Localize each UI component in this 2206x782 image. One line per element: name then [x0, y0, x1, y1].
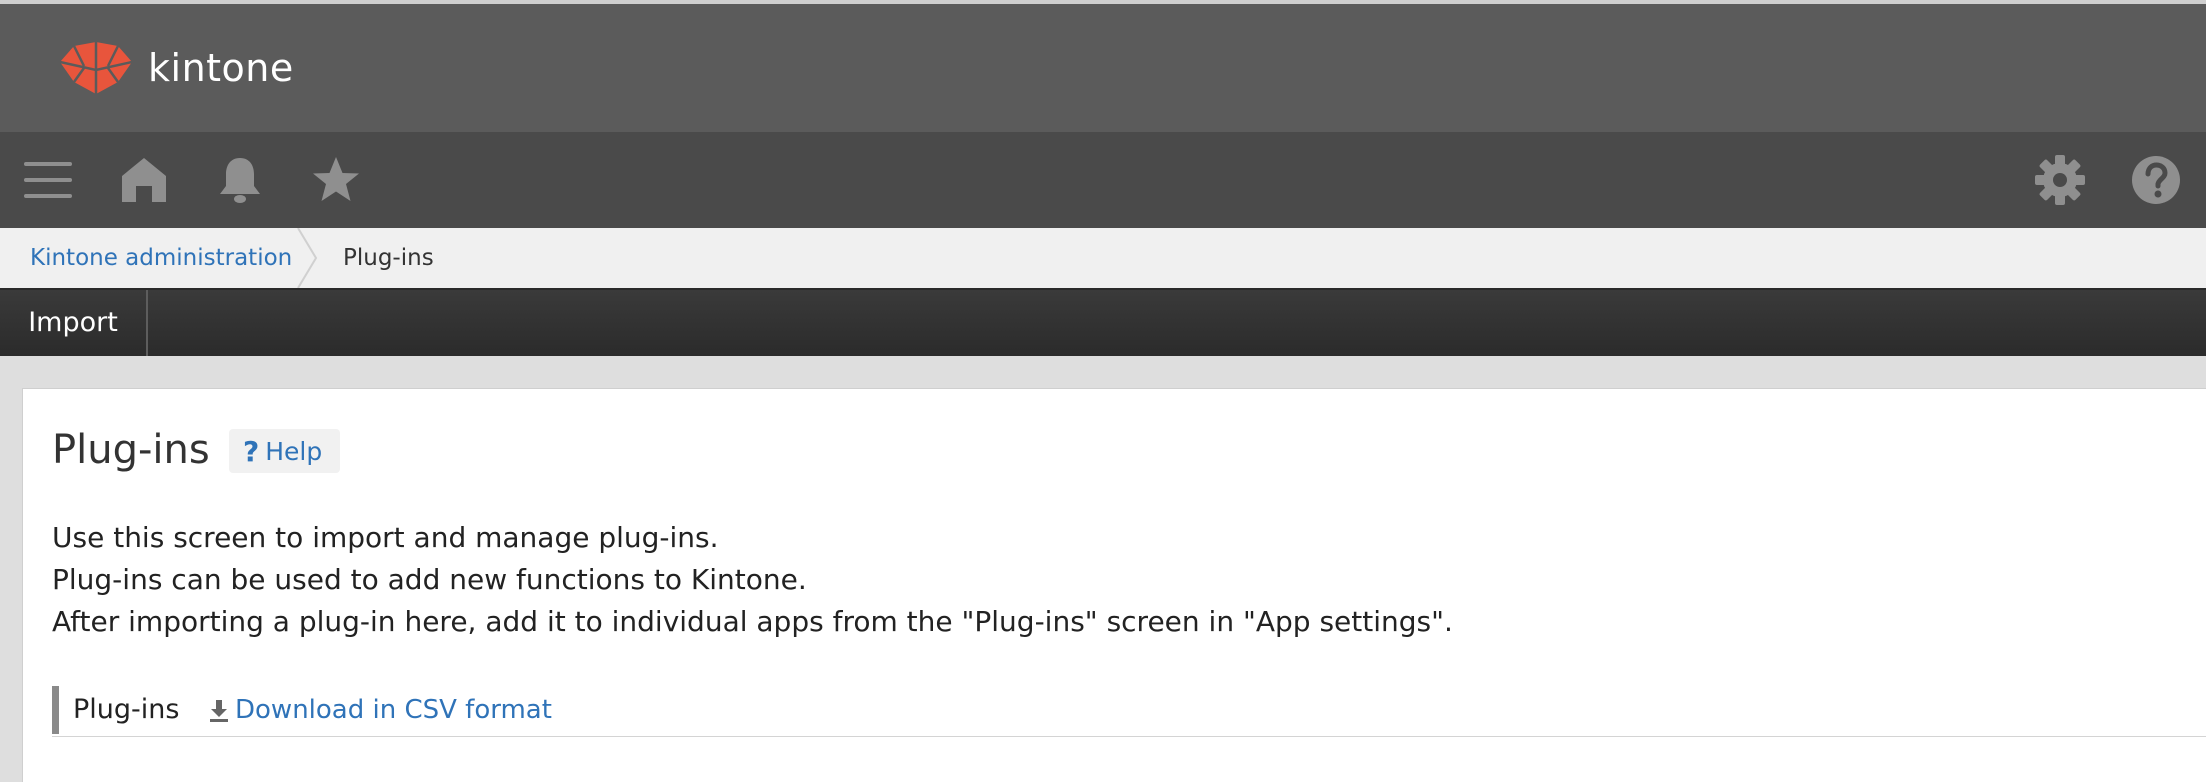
description-line: Use this screen to import and manage plu…	[52, 521, 719, 554]
section-accent-bar	[52, 686, 59, 734]
description-line: After importing a plug-in here, add it t…	[52, 605, 1453, 638]
menu-icon[interactable]	[22, 154, 74, 206]
help-circle-icon[interactable]	[2130, 154, 2182, 206]
section-title: Plug-ins	[73, 694, 180, 725]
plugins-section-header: Plug-ins Download in CSV format	[52, 686, 2206, 737]
breadcrumb-kintone-administration[interactable]: Kintone administration	[30, 228, 292, 288]
main-content-panel: Plug-ins ? Help Use this screen to impor…	[22, 388, 2206, 782]
star-icon[interactable]	[310, 154, 362, 206]
question-mark-icon: ?	[243, 434, 260, 468]
breadcrumb-chevron-icon	[297, 228, 318, 288]
home-icon[interactable]	[118, 154, 170, 206]
help-label: Help	[265, 436, 323, 466]
page-description: Use this screen to import and manage plu…	[52, 517, 1453, 643]
help-button[interactable]: ? Help	[229, 429, 341, 473]
toolbar: Import	[0, 290, 2206, 356]
breadcrumb: Kintone administration Plug-ins	[0, 228, 2206, 290]
download-icon[interactable]	[208, 699, 230, 723]
global-navbar	[0, 132, 2206, 228]
kintone-logo-icon[interactable]	[60, 42, 132, 94]
kintone-logo-text[interactable]: kintone	[148, 42, 294, 94]
description-line: Plug-ins can be used to add new function…	[52, 563, 807, 596]
import-button[interactable]: Import	[0, 290, 148, 356]
gear-icon[interactable]	[2034, 154, 2086, 206]
download-csv-link[interactable]: Download in CSV format	[235, 686, 552, 734]
page-title: Plug-ins	[52, 427, 210, 473]
bell-icon[interactable]	[214, 154, 266, 206]
breadcrumb-current-plugins: Plug-ins	[343, 245, 434, 271]
app-header: kintone	[0, 0, 2206, 132]
